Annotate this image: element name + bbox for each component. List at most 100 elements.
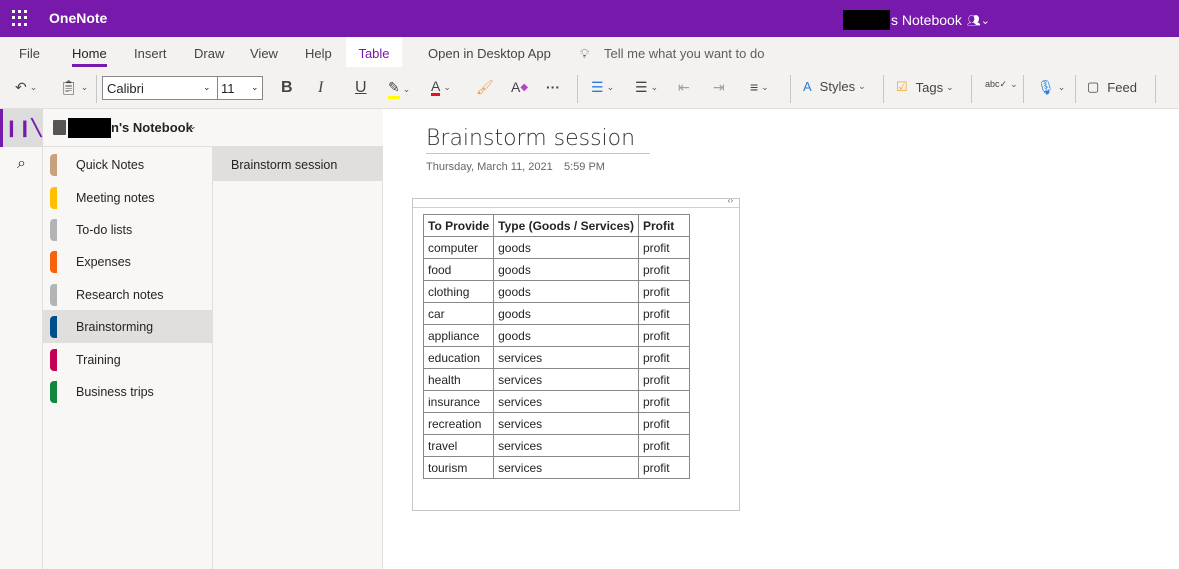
section-item[interactable]: Meeting notes — [43, 181, 212, 214]
table-cell[interactable]: goods — [493, 302, 639, 325]
table-cell[interactable]: food — [422, 258, 495, 281]
table-row: health services profit — [422, 368, 690, 391]
title-bar: OneNote s Notebook 👥︎⌄ — [0, 0, 1179, 37]
table-cell[interactable]: profit — [637, 456, 690, 479]
open-in-desktop-app[interactable]: Open in Desktop App — [428, 46, 551, 61]
app-launcher-icon[interactable] — [12, 10, 28, 26]
table-cell[interactable]: profit — [637, 258, 690, 281]
tab-file[interactable]: File — [19, 46, 40, 61]
tab-help[interactable]: Help — [305, 46, 332, 61]
section-item[interactable]: Quick Notes — [43, 148, 212, 181]
container-drag-bar[interactable]: ‹› — [413, 196, 739, 208]
table-cell[interactable]: profit — [637, 434, 690, 457]
spelling-button[interactable]: abc✓ ⌄ — [985, 79, 1018, 90]
note-container[interactable]: ‹› To Provide Type (Goods / Services) Prof… — [412, 196, 740, 511]
chevron-down-icon[interactable]: ⌄ — [251, 82, 259, 93]
tab-home[interactable]: Home — [72, 46, 107, 67]
font-color-button[interactable]: A ⌄ — [431, 79, 451, 96]
page-time: 5:59 PM — [564, 161, 605, 173]
tab-draw[interactable]: Draw — [194, 46, 224, 61]
tag-star-icon: ☑ — [896, 79, 908, 94]
notebook-title[interactable]: s Notebook 👥︎⌄ — [843, 10, 990, 30]
bold-button[interactable]: B — [281, 79, 293, 97]
highlight-button[interactable]: ✎ ⌄ — [388, 79, 410, 99]
table-cell[interactable]: services — [493, 434, 639, 457]
page-title[interactable]: Brainstorm session — [426, 126, 650, 154]
font-picker[interactable]: Calibri ⌄ 11 ⌄ — [102, 76, 263, 100]
section-item[interactable]: To-do lists — [43, 213, 212, 246]
table-cell[interactable]: car — [422, 302, 495, 325]
table-cell[interactable]: profit — [637, 368, 690, 391]
table-cell[interactable]: health — [422, 368, 495, 391]
table-cell[interactable]: goods — [493, 236, 639, 259]
notebook-header[interactable]: n's Notebook ⌄ — [43, 109, 383, 147]
format-painter-icon[interactable]: 🖌︎ — [476, 79, 494, 96]
undo-button[interactable]: ↶ ⌄ — [15, 79, 37, 96]
table-cell[interactable]: education — [422, 346, 495, 369]
clear-formatting-icon[interactable]: A ◆ — [511, 79, 528, 95]
section-item-selected[interactable]: Brainstorming — [43, 310, 212, 343]
table-cell[interactable]: clothing — [422, 280, 495, 303]
numbering-button[interactable]: ☰ ⌄ — [635, 79, 658, 96]
table-cell[interactable]: goods — [493, 258, 639, 281]
page-canvas[interactable]: Brainstorm session Thursday, March 11, 2… — [383, 109, 1179, 569]
page-item-selected[interactable]: Brainstorm session — [213, 147, 382, 181]
table-cell[interactable]: services — [493, 346, 639, 369]
tell-me-search[interactable]: Tell me what you want to do — [604, 46, 764, 61]
bullet-list-icon: ☰ — [591, 79, 604, 95]
table-cell[interactable]: profit — [637, 324, 690, 347]
table-cell[interactable]: profit — [637, 412, 690, 435]
section-item[interactable]: Business trips — [43, 375, 212, 408]
share-people-icon[interactable]: 👥︎⌄ — [967, 14, 990, 27]
column-header[interactable]: To Provide — [422, 214, 495, 237]
feed-button[interactable]: ▢ Feed — [1087, 79, 1137, 95]
table-cell[interactable]: profit — [637, 302, 690, 325]
resize-handle-icon[interactable]: ‹› — [728, 196, 733, 205]
tab-table[interactable]: Table — [346, 37, 402, 67]
more-options-button[interactable]: ··· — [546, 79, 560, 95]
table-cell[interactable]: goods — [493, 324, 639, 347]
table-cell[interactable]: appliance — [422, 324, 495, 347]
table-cell[interactable]: profit — [637, 236, 690, 259]
table-cell[interactable]: computer — [422, 236, 495, 259]
table-cell[interactable]: travel — [422, 434, 495, 457]
italic-button[interactable]: I — [318, 79, 323, 97]
table-cell[interactable]: services — [493, 456, 639, 479]
bullets-button[interactable]: ☰ ⌄ — [591, 79, 614, 96]
dictate-button[interactable]: 🎙︎ ⌄ — [1037, 79, 1065, 96]
chevron-down-icon[interactable]: ⌄ — [189, 121, 197, 132]
tags-button[interactable]: ☑ Tags ⌄ — [896, 79, 954, 95]
tab-insert[interactable]: Insert — [134, 46, 167, 61]
table-cell[interactable]: services — [493, 412, 639, 435]
column-header[interactable]: Profit — [637, 214, 690, 237]
notebooks-icon[interactable]: ❙❙╲ — [0, 109, 43, 147]
align-button[interactable]: ≡ ⌄ — [750, 79, 769, 95]
table-cell[interactable]: insurance — [422, 390, 495, 413]
section-item[interactable]: Training — [43, 343, 212, 376]
styles-icon: A — [803, 79, 812, 94]
table-cell[interactable]: profit — [637, 280, 690, 303]
search-icon[interactable]: ⌕ — [0, 155, 43, 173]
app-name[interactable]: OneNote — [49, 10, 107, 26]
section-item[interactable]: Research notes — [43, 278, 212, 311]
section-color-tab — [50, 251, 57, 273]
font-name[interactable]: Calibri — [107, 81, 144, 96]
styles-button[interactable]: A Styles ⌄ — [803, 79, 866, 94]
paste-button[interactable]: 📋︎ ⌄ — [60, 79, 88, 96]
underline-button[interactable]: U — [355, 79, 367, 97]
font-size[interactable]: 11 — [221, 81, 235, 96]
tab-view[interactable]: View — [250, 46, 278, 61]
table-cell[interactable]: goods — [493, 280, 639, 303]
increase-indent-icon[interactable]: ⇥ — [713, 79, 725, 96]
table-cell[interactable]: services — [493, 390, 639, 413]
table-cell[interactable]: profit — [637, 390, 690, 413]
decrease-indent-icon[interactable]: ⇤ — [678, 79, 690, 96]
chevron-down-icon[interactable]: ⌄ — [203, 82, 211, 93]
section-item[interactable]: Expenses — [43, 245, 212, 278]
data-table[interactable]: To Provide Type (Goods / Services) Profit … — [422, 214, 690, 479]
table-cell[interactable]: tourism — [422, 456, 495, 479]
table-cell[interactable]: services — [493, 368, 639, 391]
column-header[interactable]: Type (Goods / Services) — [493, 214, 639, 237]
table-cell[interactable]: profit — [637, 346, 690, 369]
table-cell[interactable]: recreation — [422, 412, 495, 435]
